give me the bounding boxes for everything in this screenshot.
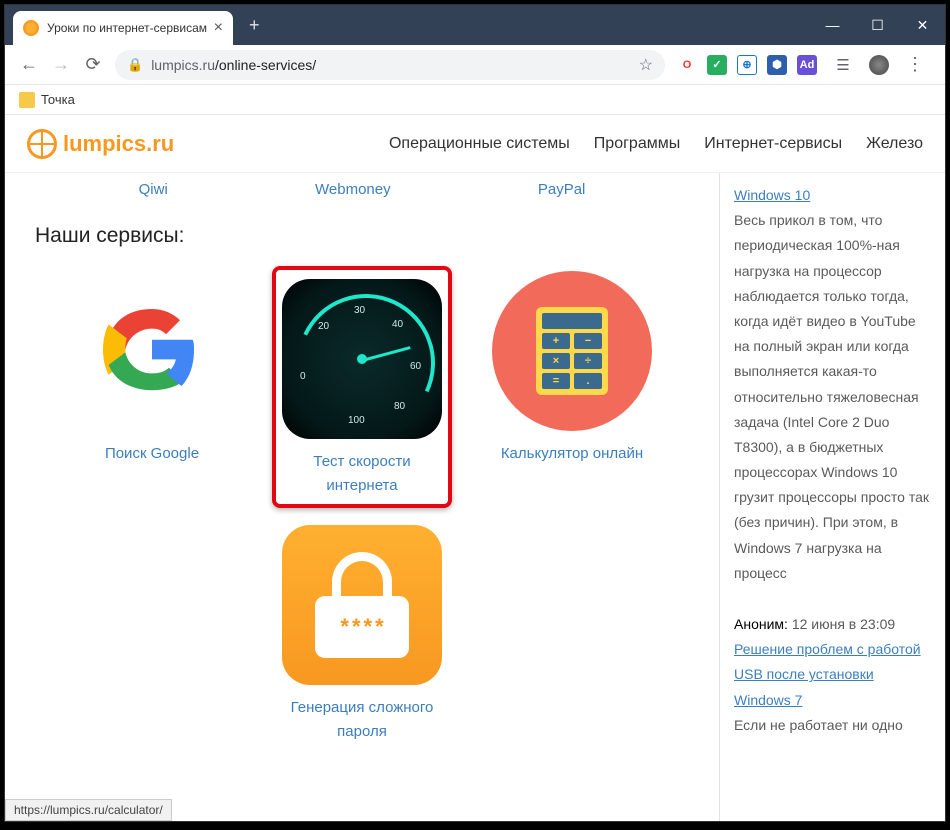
extension-cube-icon[interactable]: ⬢ xyxy=(767,55,787,75)
speedometer-icon: 0 20 30 40 60 80 100 xyxy=(282,279,442,439)
bookmark-item[interactable]: Точка xyxy=(19,92,75,108)
site-logo[interactable]: lumpics.ru xyxy=(27,129,174,159)
sidebar-text: Весь прикол в том, что периодическая 100… xyxy=(734,208,931,586)
nav-forward-icon: → xyxy=(45,49,77,81)
extension-check-icon[interactable]: ✓ xyxy=(707,55,727,75)
comment-date: 12 июня в 23:09 xyxy=(792,616,895,632)
bookmarks-bar: Точка xyxy=(5,85,945,115)
reading-list-icon[interactable]: ☰ xyxy=(827,49,859,81)
logo-orange-icon xyxy=(27,129,57,159)
lock-icon: 🔒 xyxy=(127,57,143,73)
new-tab-button[interactable]: + xyxy=(249,15,260,36)
service-speed-test[interactable]: 0 20 30 40 60 80 100 xyxy=(272,266,452,508)
url-host: lumpics.ru xyxy=(151,57,215,73)
address-bar: ← → ⟳ 🔒 lumpics.ru/online-services/ ☆ O … xyxy=(5,45,945,85)
window-minimize-icon[interactable]: — xyxy=(810,5,855,45)
titlebar: Уроки по интернет-сервисам × + — ☐ ✕ xyxy=(5,5,945,45)
link-qiwi[interactable]: Qiwi xyxy=(139,181,168,198)
logo-text: lumpics.ru xyxy=(63,131,174,157)
nav-os[interactable]: Операционные системы xyxy=(389,135,570,153)
padlock-icon: **** xyxy=(282,525,442,685)
sidebar: Windows 10 Весь прикол в том, что период… xyxy=(719,173,945,821)
link-paypal[interactable]: PayPal xyxy=(538,181,586,198)
service-label: Поиск Google xyxy=(105,442,199,466)
nav-programs[interactable]: Программы xyxy=(594,135,680,153)
window-close-icon[interactable]: ✕ xyxy=(900,5,945,45)
service-label: Калькулятор онлайн xyxy=(501,442,643,466)
status-bar: https://lumpics.ru/calculator/ xyxy=(5,799,172,821)
google-logo-icon xyxy=(82,281,222,421)
nav-back-icon[interactable]: ← xyxy=(13,49,45,81)
service-google-search[interactable]: Поиск Google xyxy=(62,266,242,508)
bookmark-favicon-icon xyxy=(19,92,35,108)
sidebar-text-2: Если не работает ни одно xyxy=(734,713,931,738)
calculator-icon: +− ×÷ =. xyxy=(492,271,652,431)
service-label: Генерация сложного пароля xyxy=(272,696,452,744)
nav-services[interactable]: Интернет-сервисы xyxy=(704,135,842,153)
section-heading: Наши сервисы: xyxy=(35,224,699,248)
site-header: lumpics.ru Операционные системы Программ… xyxy=(5,115,945,173)
profile-avatar-icon[interactable] xyxy=(869,55,889,75)
extension-opera-icon[interactable]: O xyxy=(677,55,697,75)
link-webmoney[interactable]: Webmoney xyxy=(315,181,391,198)
tab-favicon-icon xyxy=(23,20,39,36)
extension-ad-icon[interactable]: Ad xyxy=(797,55,817,75)
url-path: /online-services/ xyxy=(215,57,316,73)
url-input[interactable]: 🔒 lumpics.ru/online-services/ ☆ xyxy=(115,50,665,80)
site-nav: Операционные системы Программы Интернет-… xyxy=(389,135,923,153)
sidebar-link-win10[interactable]: Windows 10 xyxy=(734,187,810,203)
window-maximize-icon[interactable]: ☐ xyxy=(855,5,900,45)
service-calculator[interactable]: +− ×÷ =. Калькулятор онлайн xyxy=(482,266,662,508)
service-password-gen[interactable]: **** Генерация сложного пароля xyxy=(272,520,452,744)
service-label: Тест скорости интернета xyxy=(282,450,442,498)
tab-title: Уроки по интернет-сервисам xyxy=(47,21,208,35)
tab-close-icon[interactable]: × xyxy=(214,19,223,37)
bookmark-star-icon[interactable]: ☆ xyxy=(639,55,653,75)
comment-author: Аноним: xyxy=(734,616,788,632)
bookmark-label: Точка xyxy=(41,92,75,107)
nav-hardware[interactable]: Железо xyxy=(866,135,923,153)
sidebar-link-usb[interactable]: Решение проблем с работой USB после уста… xyxy=(734,641,921,707)
extension-globe-icon[interactable]: ⊕ xyxy=(737,55,757,75)
menu-icon[interactable]: ⋮ xyxy=(899,49,931,81)
nav-reload-icon[interactable]: ⟳ xyxy=(77,49,109,81)
browser-tab[interactable]: Уроки по интернет-сервисам × xyxy=(13,11,233,45)
